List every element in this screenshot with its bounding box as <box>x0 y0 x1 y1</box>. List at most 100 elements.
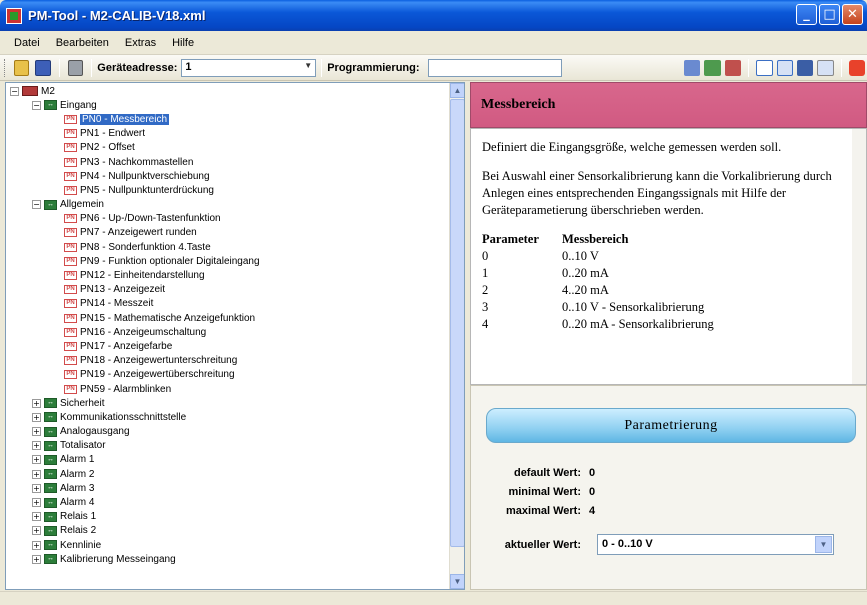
menu-hilfe[interactable]: Hilfe <box>164 37 202 49</box>
scroll-thumb[interactable] <box>450 99 464 547</box>
read-device-icon[interactable] <box>684 59 701 76</box>
tree-folder[interactable]: + ↔ Kennlinie <box>6 538 449 552</box>
menu-extras[interactable]: Extras <box>117 37 164 49</box>
expand-icon[interactable]: + <box>32 554 41 564</box>
tree-parameter-item[interactable]: PN PN3 - Nachkommastellen <box>6 155 449 169</box>
tree-folder[interactable]: + ↔ Relais 1 <box>6 510 449 524</box>
device-reset-icon[interactable] <box>724 59 742 76</box>
expand-icon[interactable]: + <box>32 540 41 550</box>
device-icon[interactable] <box>796 59 814 76</box>
tree-parameter-item[interactable]: PN PN7 - Anzeigewert runden <box>6 226 449 240</box>
programming-input[interactable] <box>427 58 563 77</box>
table-header: Parameter Messbereich <box>482 231 714 248</box>
print-icon[interactable] <box>67 59 84 76</box>
expand-icon[interactable]: + <box>32 398 41 408</box>
list-icon[interactable] <box>817 59 834 76</box>
minimize-button[interactable]: _ <box>796 4 817 25</box>
tree-parameter-item[interactable]: PN PN17 - Anzeigefarbe <box>6 339 449 353</box>
tree-folder[interactable]: + ↔ Alarm 3 <box>6 481 449 495</box>
tree-folder[interactable]: + ↔ Alarm 2 <box>6 467 449 481</box>
parameter-tree[interactable]: − M2− ↔ Eingang PN PN0 - Messbereich PN PN1 - E… <box>5 82 465 590</box>
tree-folder[interactable]: + ↔ Analogausgang <box>6 425 449 439</box>
tree-parameter-item[interactable]: PN PN2 - Offset <box>6 141 449 155</box>
tree-item-label: PN6 - Up-/Down-Tastenfunktion <box>80 213 221 225</box>
tree-folder[interactable]: + ↔ Totalisator <box>6 439 449 453</box>
address-select[interactable]: 1 ▼ <box>181 58 317 77</box>
maximize-button[interactable]: □ <box>819 4 840 25</box>
tree-folder[interactable]: − ↔ Allgemein <box>6 198 449 212</box>
tree-parameter-item[interactable]: PN PN4 - Nullpunktverschiebung <box>6 169 449 183</box>
tree-parameter-item[interactable]: PN PN1 - Endwert <box>6 127 449 141</box>
tree-item-label: PN2 - Offset <box>80 142 135 154</box>
tree-folder[interactable]: + ↔ Relais 2 <box>6 524 449 538</box>
expand-icon[interactable]: + <box>32 469 41 479</box>
expand-icon[interactable]: + <box>32 498 41 508</box>
scroll-up-icon[interactable]: ▲ <box>450 83 464 98</box>
tree-root[interactable]: − M2 <box>6 84 449 98</box>
chevron-down-icon[interactable]: ▼ <box>815 536 832 553</box>
close-button[interactable]: ✕ <box>842 4 863 25</box>
tree-parameter-item[interactable]: PN PN14 - Messzeit <box>6 297 449 311</box>
detail-header: Messbereich <box>470 82 867 128</box>
menu-datei[interactable]: Datei <box>6 37 48 49</box>
window-icon[interactable] <box>776 59 793 76</box>
tree-parameter-item[interactable]: PN PN0 - Messbereich <box>6 112 449 126</box>
tree-item-label: Allgemein <box>60 199 104 211</box>
group-icon: ↔ <box>44 100 57 111</box>
tree-parameter-item[interactable]: PN PN59 - Alarmblinken <box>6 382 449 396</box>
tree-folder[interactable]: + ↔ Kalibrierung Messeingang <box>6 552 449 566</box>
tree-parameter-item[interactable]: PN PN18 - Anzeigewertunterschreitung <box>6 354 449 368</box>
tree-parameter-item[interactable]: PN PN19 - Anzeigewertüberschreitung <box>6 368 449 382</box>
max-row: maximal Wert: 4 <box>471 502 867 520</box>
tree-item-label: PN7 - Anzeigewert runden <box>80 227 197 239</box>
options-table: Parameter Messbereich 0 0..10 V 1 0..20 mA… <box>482 231 714 333</box>
tree-folder[interactable]: + ↔ Alarm 1 <box>6 453 449 467</box>
tree-folder[interactable]: − ↔ Eingang <box>6 98 449 112</box>
tree-item-label: PN14 - Messzeit <box>80 298 154 310</box>
tree-parameter-item[interactable]: PN PN5 - Nullpunktunterdrückung <box>6 183 449 197</box>
tree-parameter-item[interactable]: PN PN6 - Up-/Down-Tastenfunktion <box>6 212 449 226</box>
tree-parameter-item[interactable]: PN PN12 - Einheitendarstellung <box>6 268 449 282</box>
parameter-icon: PN <box>64 129 77 139</box>
tree-scrollbar[interactable]: ▲ ▼ <box>449 83 464 589</box>
menu-bearbeiten[interactable]: Bearbeiten <box>48 37 117 49</box>
min-value: 0 <box>589 486 596 498</box>
cell: 0..10 V - Sensorkalibrierung <box>562 300 705 314</box>
address-label: Geräteadresse: <box>97 61 178 74</box>
current-value-select[interactable]: 0 - 0..10 V ▼ <box>597 534 834 555</box>
tree-item-label: Alarm 1 <box>60 454 95 466</box>
tree-item-label: Kommunikationsschnittstelle <box>60 411 187 423</box>
tree-parameter-item[interactable]: PN PN8 - Sonderfunktion 4.Taste <box>6 240 449 254</box>
collapse-icon[interactable]: − <box>10 86 19 96</box>
expand-icon[interactable]: + <box>32 412 41 422</box>
tree-parameter-item[interactable]: PN PN16 - Anzeigeumschaltung <box>6 325 449 339</box>
tree-folder[interactable]: + ↔ Alarm 4 <box>6 495 449 509</box>
group-icon: ↔ <box>44 540 57 551</box>
check-icon[interactable] <box>756 59 773 76</box>
power-icon[interactable] <box>848 59 865 76</box>
expand-icon[interactable]: + <box>32 441 41 451</box>
parameter-icon: PN <box>64 228 77 238</box>
collapse-icon[interactable]: − <box>32 100 41 110</box>
tree-parameter-item[interactable]: PN PN9 - Funktion optionaler Digitaleinga… <box>6 254 449 268</box>
open-folder-icon[interactable] <box>13 59 30 76</box>
expand-icon[interactable]: + <box>32 483 41 493</box>
expand-icon[interactable]: + <box>32 526 41 536</box>
expand-icon[interactable]: + <box>32 427 41 437</box>
toolbar-grip[interactable] <box>4 58 7 77</box>
description-scrollbar[interactable] <box>852 129 866 384</box>
scroll-down-icon[interactable]: ▼ <box>450 574 464 589</box>
parametrierung-button[interactable]: Parametrierung <box>486 408 856 443</box>
tree-folder[interactable]: + ↔ Sicherheit <box>6 396 449 410</box>
expand-icon[interactable]: + <box>32 512 41 522</box>
window-controls: _ □ ✕ <box>796 4 863 25</box>
write-device-icon[interactable] <box>704 59 721 76</box>
group-icon: ↔ <box>44 497 57 508</box>
collapse-icon[interactable]: − <box>32 200 41 210</box>
expand-icon[interactable]: + <box>32 455 41 465</box>
tree-parameter-item[interactable]: PN PN13 - Anzeigezeit <box>6 283 449 297</box>
tree-parameter-item[interactable]: PN PN15 - Mathematische Anzeigefunktion <box>6 311 449 325</box>
group-icon: ↔ <box>44 483 57 494</box>
save-icon[interactable] <box>35 59 51 76</box>
tree-folder[interactable]: + ↔ Kommunikationsschnittstelle <box>6 410 449 424</box>
